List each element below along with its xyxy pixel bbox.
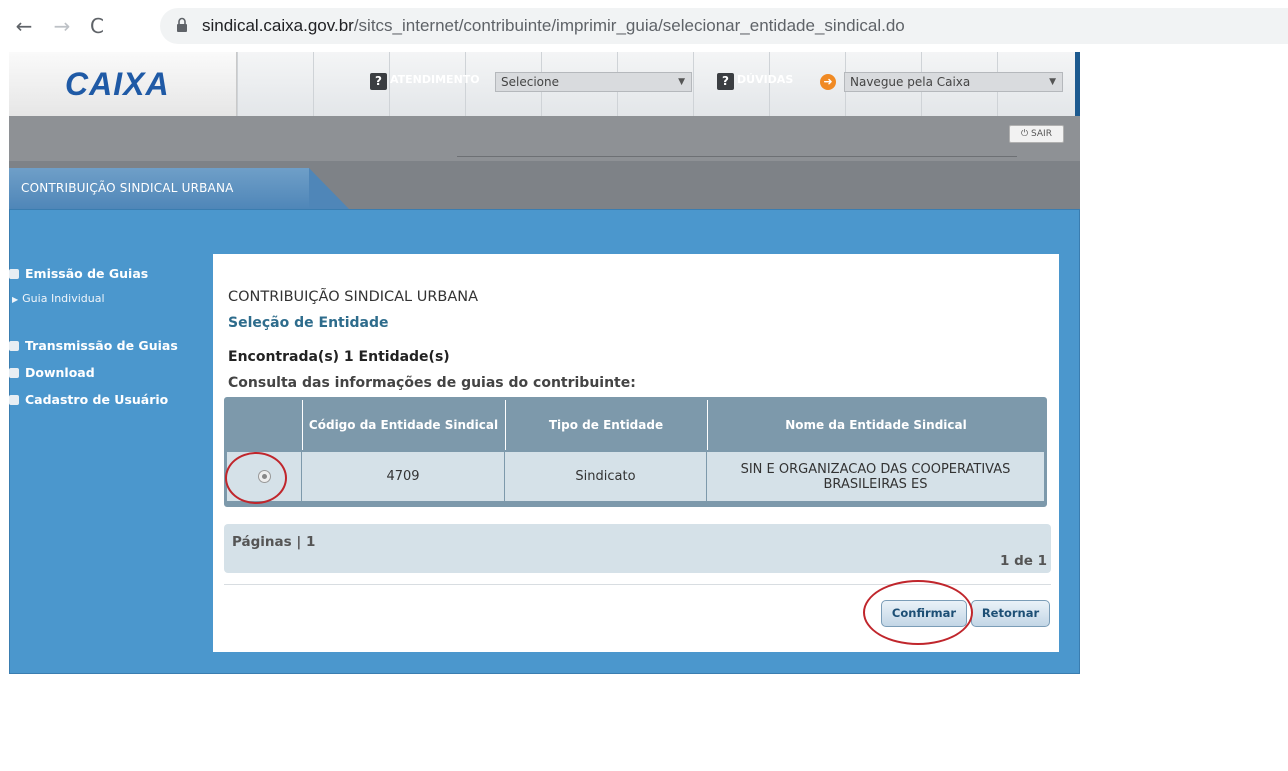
sidebar-item-transmissao-de-guias[interactable]: Transmissão de Guias (9, 338, 178, 353)
sidebar-item-download[interactable]: Download (9, 365, 95, 380)
pagination-label[interactable]: Páginas | 1 (232, 534, 315, 550)
menu-bar (9, 116, 1080, 161)
url-host: sindical.caixa.gov.br (202, 16, 354, 35)
sidebar-item-label: Cadastro de Usuário (25, 392, 169, 407)
url-text[interactable]: sindical.caixa.gov.br/sitcs_internet/con… (202, 16, 905, 36)
header-grid-cell (237, 52, 313, 116)
sidebar-item-guia-individual[interactable]: ▶ Guia Individual (12, 292, 105, 305)
bullet-icon (9, 395, 19, 405)
caixa-logo: CAIXA (65, 66, 170, 102)
table-cell-codigo: 4709 (302, 452, 504, 501)
navegue-select[interactable]: Navegue pela Caixa ▼ (844, 72, 1063, 92)
table-header-nome: Nome da Entidade Sindical (707, 400, 1044, 450)
highlight-circle-radio (225, 452, 287, 504)
sair-label: SAIR (1031, 129, 1052, 139)
menu-divider (457, 156, 1017, 157)
atendimento-icon: ? (370, 73, 387, 90)
sidebar-item-label: Download (25, 365, 95, 380)
tab-slant (309, 168, 349, 209)
atendimento-select-value: Selecione (501, 75, 559, 89)
lock-icon (177, 17, 187, 32)
back-button[interactable]: Retornar (971, 600, 1050, 627)
tab-strip: CONTRIBUIÇÃO SINDICAL URBANA (9, 161, 1080, 209)
atendimento-label: ATENDIMENTO (390, 73, 480, 86)
arrow-right-icon: ➜ (820, 74, 836, 90)
back-arrow-icon[interactable]: ← (12, 14, 36, 38)
bullet-icon (9, 368, 19, 378)
navegue-select-value: Navegue pela Caixa (850, 75, 971, 89)
highlight-circle-confirm (863, 580, 973, 645)
page-subtitle: Seleção de Entidade (228, 315, 389, 331)
logo-area[interactable]: CAIXA (9, 52, 237, 116)
bullet-icon (9, 269, 19, 279)
tab-label: CONTRIBUIÇÃO SINDICAL URBANA (21, 181, 234, 195)
table-header-select (227, 400, 300, 450)
duvidas-icon: ? (717, 73, 734, 90)
sidebar-item-label: Emissão de Guias (25, 266, 149, 281)
sidebar-item-label: Transmissão de Guias (25, 338, 178, 353)
power-icon: ⏻ (1021, 129, 1032, 139)
table-cell-nome: SIN E ORGANIZACAO DAS COOPERATIVAS BRASI… (707, 452, 1044, 501)
table-header-tipo: Tipo de Entidade (505, 400, 706, 450)
forward-arrow-icon[interactable]: → (50, 14, 74, 38)
triangle-right-icon: ▶ (12, 295, 19, 304)
pagination-count: 1 de 1 (999, 553, 1047, 569)
table-cell-tipo: Sindicato (505, 452, 706, 501)
sair-button[interactable]: ⏻ SAIR (1009, 125, 1064, 143)
browser-toolbar: ← → C sindical.caixa.gov.br/sitcs_intern… (0, 0, 1288, 52)
sidebar-item-label: Guia Individual (22, 292, 105, 305)
sidebar-item-cadastro-de-usuario[interactable]: Cadastro de Usuário (9, 392, 168, 407)
consult-label: Consulta das informações de guias do con… (228, 375, 636, 391)
table-header-codigo: Código da Entidade Sindical (302, 400, 504, 450)
bullet-icon (9, 341, 19, 351)
sidebar-item-emissao-de-guias[interactable]: Emissão de Guias (9, 266, 148, 281)
atendimento-select[interactable]: Selecione ▼ (495, 72, 692, 92)
pagination: Páginas | 1 1 de 1 (224, 524, 1051, 573)
results-count: Encontrada(s) 1 Entidade(s) (228, 349, 450, 365)
duvidas-label[interactable]: DÚVIDAS (737, 73, 793, 86)
page-title: CONTRIBUIÇÃO SINDICAL URBANA (228, 289, 479, 305)
chevron-down-icon: ▼ (1049, 77, 1056, 87)
url-path: /sitcs_internet/contribuinte/imprimir_gu… (353, 16, 905, 35)
reload-icon[interactable]: C (85, 14, 109, 38)
entity-table: Código da Entidade Sindical Tipo de Enti… (224, 397, 1047, 507)
chevron-down-icon: ▼ (678, 77, 685, 87)
